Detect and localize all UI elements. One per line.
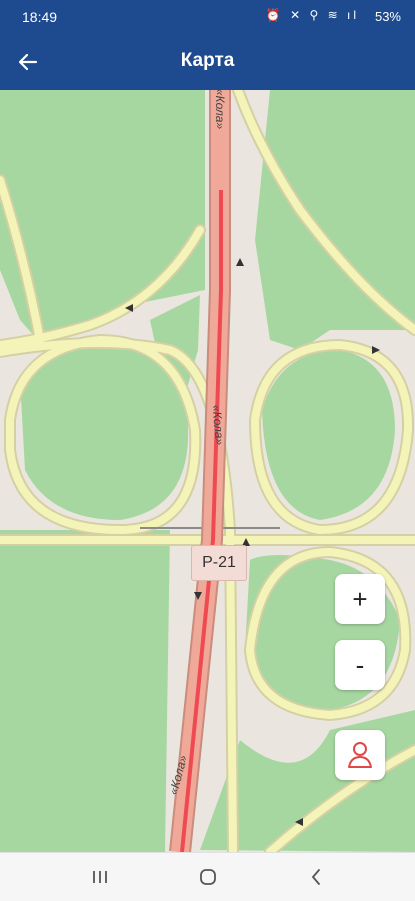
- page-title: Карта: [180, 50, 235, 71]
- home-button[interactable]: [188, 863, 228, 891]
- nav-back-button[interactable]: [296, 863, 336, 891]
- zoom-out-button[interactable]: -: [335, 640, 385, 690]
- battery-level: 53%: [374, 9, 401, 24]
- map-view[interactable]: «Кола» «Кола» «Кола» Р-21 + -: [0, 90, 415, 852]
- status-bar: 18:49 ⏰ ✕ ⚲ ≋ ıl 53%: [0, 0, 415, 34]
- recent-apps-icon: [93, 871, 107, 883]
- locate-me-button[interactable]: [335, 730, 385, 780]
- home-icon: [200, 869, 216, 885]
- zoom-in-button[interactable]: +: [335, 574, 385, 624]
- recent-apps-button[interactable]: [80, 863, 120, 891]
- system-nav-bar: [0, 852, 415, 901]
- person-location-icon: [348, 742, 372, 768]
- forest-area: [0, 530, 170, 852]
- road-shield: Р-21: [191, 545, 247, 581]
- status-time: 18:49: [22, 9, 58, 25]
- status-icons: ⏰ ✕ ⚲ ≋ ıl: [265, 8, 359, 22]
- app-bar: Карта: [0, 34, 415, 90]
- direction-arrow: [236, 258, 244, 266]
- back-chevron-icon: [311, 869, 320, 885]
- forest-area: [262, 350, 395, 520]
- road-name-label: «Кола»: [213, 90, 228, 130]
